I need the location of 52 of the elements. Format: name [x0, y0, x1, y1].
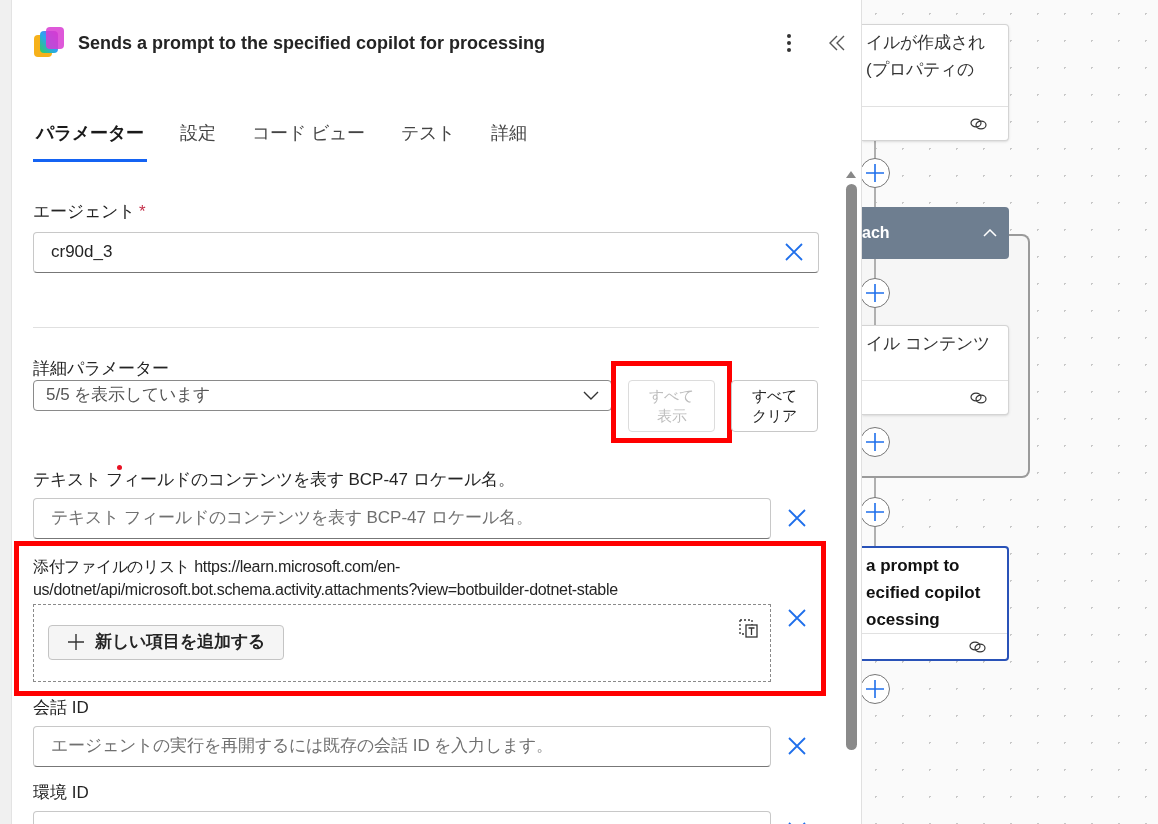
link-icon [969, 640, 987, 653]
text-field[interactable]: テキスト フィールドのコンテンツを表す BCP-47 ロケール名。 [33, 497, 771, 539]
flow-node[interactable]: a prompt to ecified copilot ocessing [862, 546, 1009, 661]
field-label: 会話 ID [33, 697, 90, 719]
node-title: イル コンテンツ [866, 333, 991, 355]
text-field[interactable]: エージェントの実行を再開するには既存の会話 ID を入力します。 [33, 725, 771, 767]
text-field[interactable]: cr90d_3 [33, 231, 819, 273]
text-mode-icon[interactable] [737, 616, 759, 639]
more-options-icon[interactable] [786, 33, 792, 53]
field-label: 詳細パラメーター [33, 357, 170, 380]
tab[interactable]: 設定 [177, 115, 219, 162]
add-step-button[interactable] [862, 158, 890, 188]
loop-header[interactable]: ach [862, 207, 1009, 259]
field-label: 添付ファイルのリスト https://learn.microsoft.com/en-us/dotnet/api/microsoft.bot.schema.activity.attachments?view=botbuilder-dotnet-stable [33, 556, 619, 600]
chevron-up-icon [983, 229, 997, 237]
copilot-logo-icon [33, 26, 65, 60]
clear-icon[interactable] [787, 608, 807, 628]
field-label: 環境 ID [33, 782, 90, 804]
link-icon [970, 391, 988, 404]
tab[interactable]: コード ビュー [249, 115, 368, 162]
node-title: a prompt to [866, 555, 961, 577]
clear-icon[interactable] [787, 508, 807, 528]
tab[interactable]: テスト [398, 115, 458, 162]
add-step-button[interactable] [862, 497, 890, 527]
plus-icon [865, 163, 885, 183]
chevron-down-icon [583, 390, 599, 400]
flow-node[interactable]: イル コンテンツ [862, 325, 1009, 415]
add-step-button[interactable] [862, 674, 890, 704]
collapse-icon[interactable] [828, 34, 846, 52]
required-mark: * [139, 201, 146, 223]
link-icon [970, 117, 988, 130]
plus-icon [865, 432, 885, 452]
clear-icon[interactable] [787, 736, 807, 756]
action-button[interactable]: すべてクリア [731, 379, 818, 432]
panel-title: Sends a prompt to the specified copilot for processing [78, 31, 546, 55]
node-title: ecified copilot [866, 582, 982, 604]
add-item-button[interactable]: 新しい項目を追加する [48, 624, 284, 660]
node-title: ach [862, 223, 890, 243]
field-label: エージェント [33, 201, 135, 223]
flow-node[interactable]: イルが作成され (プロパティの [862, 24, 1009, 141]
field-label: テキスト フィールドのコンテンツを表す BCP-47 ロケール名。 [33, 469, 516, 491]
plus-icon [865, 679, 885, 699]
node-title: (プロパティの [866, 59, 975, 81]
clear-icon[interactable] [784, 241, 804, 262]
scroll-up-icon[interactable] [846, 170, 856, 178]
node-title: ocessing [866, 609, 941, 631]
plus-icon [865, 283, 885, 303]
tab[interactable]: パラメーター [33, 115, 147, 162]
plus-icon [865, 502, 885, 522]
plus-icon [67, 633, 85, 651]
node-title: イルが作成され [866, 32, 986, 54]
tab[interactable]: 詳細 [488, 115, 530, 162]
